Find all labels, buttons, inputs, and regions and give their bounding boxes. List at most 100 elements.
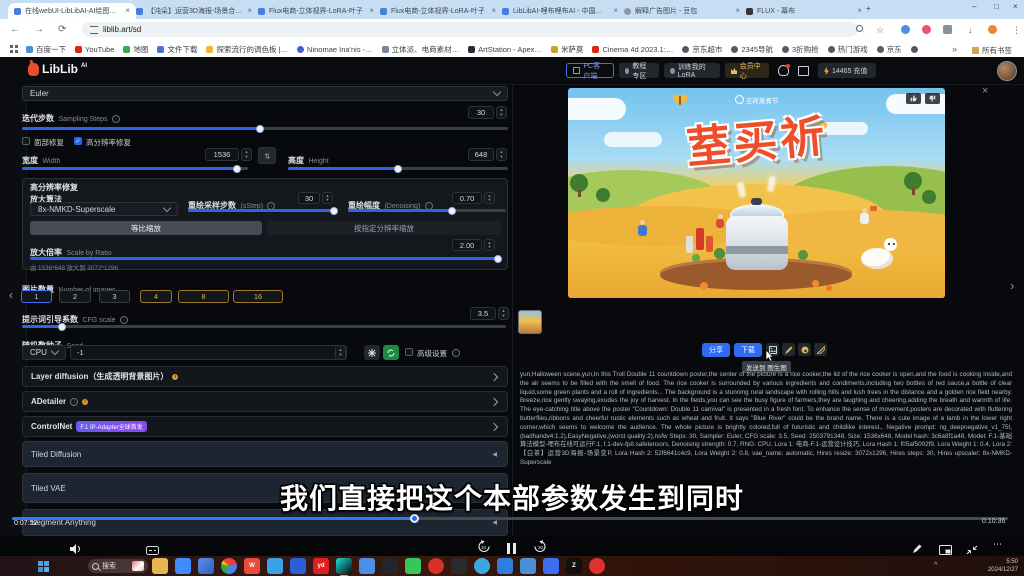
count-option-4[interactable]: 4 <box>140 290 172 303</box>
taskbar-app-media-player[interactable] <box>451 558 467 574</box>
resize-button[interactable] <box>814 343 827 356</box>
collapse-panel-icon[interactable]: ‹ <box>9 288 13 302</box>
bookmark-star-icon[interactable]: ☆ <box>876 24 884 36</box>
scale-by-resolution-tab[interactable]: 按指定分辨率缩放 <box>266 221 502 235</box>
taskbar-app-power[interactable] <box>589 558 605 574</box>
extension-icon-blue[interactable] <box>901 25 910 34</box>
extensions-puzzle-icon[interactable] <box>943 25 952 34</box>
taskbar-app-tencent-video[interactable] <box>290 558 306 574</box>
taskbar-app-calculator[interactable] <box>543 558 559 574</box>
width-input[interactable] <box>205 148 239 161</box>
slider-handle[interactable] <box>58 323 66 331</box>
window-close-button[interactable]: × <box>1013 2 1018 11</box>
upscaler-select[interactable]: 8x-NMKD-Superscale <box>30 202 178 216</box>
controlnet-row[interactable]: ControlNet F.1 IP-Adapter全球首发 <box>22 416 508 437</box>
taskbar-app-obs[interactable] <box>382 558 398 574</box>
bookmark[interactable]: 天猫超市 <box>911 44 921 55</box>
slider-handle[interactable] <box>233 165 241 173</box>
train-lora-button[interactable]: 训练我的LoRA <box>664 63 720 78</box>
extension-icon-orange[interactable] <box>988 25 997 34</box>
denoising-stepper[interactable]: ▲▼ <box>484 192 495 204</box>
denoising-input[interactable] <box>452 192 482 204</box>
height-stepper[interactable]: ▲▼ <box>496 148 507 161</box>
height-input[interactable] <box>468 148 494 161</box>
layer-diffusion-row[interactable]: Layer diffusion（生成透明背景图片） ! <box>22 366 508 387</box>
browser-tab-active[interactable]: 在线webUI-LibLibAI-AI绘图工… × <box>8 3 136 19</box>
bookmarks-overflow-icon[interactable]: » <box>952 44 957 54</box>
taskbar-app-xunlei[interactable] <box>175 558 191 574</box>
more-options-icon[interactable]: ⋯ <box>993 539 1002 550</box>
bookmark[interactable]: 京东 <box>877 44 902 55</box>
bookmark[interactable]: 文件下载 <box>157 44 197 55</box>
notifications-bell-icon[interactable] <box>778 65 789 76</box>
slider-handle[interactable] <box>494 255 502 263</box>
adetailer-row[interactable]: ADetailer i ! <box>22 391 508 412</box>
count-option-3[interactable]: 3 <box>99 290 130 303</box>
taskbar-app-file-explorer[interactable] <box>152 558 168 574</box>
extras-button[interactable] <box>798 343 811 356</box>
width-stepper[interactable]: ▲▼ <box>241 148 252 161</box>
slider-handle[interactable] <box>394 165 402 173</box>
generated-image[interactable]: 吉祥蒸煮节 荎买祈 莳壳逛 <box>568 88 945 298</box>
taskbar-app-wechat[interactable] <box>405 558 421 574</box>
taskbar-app-docs[interactable] <box>520 558 536 574</box>
tune-icon[interactable] <box>90 26 98 34</box>
bookmark[interactable]: YouTube <box>75 45 114 54</box>
sampler-select[interactable]: Euler <box>22 86 508 101</box>
bookmark[interactable]: 百度一下 <box>26 44 66 55</box>
scale-ratio-input[interactable] <box>452 239 482 251</box>
count-option-1[interactable]: 1 <box>21 290 52 303</box>
membership-button[interactable]: 会员中心 <box>725 63 769 78</box>
bookmark[interactable]: 米萨莫 <box>551 44 584 55</box>
taskbar-app-quark[interactable] <box>267 558 283 574</box>
cfg-scale-input[interactable] <box>470 307 496 320</box>
browser-menu-kebab-icon[interactable]: ⋮ <box>1012 24 1021 36</box>
zoom-search-icon[interactable] <box>856 25 863 32</box>
hires-steps-stepper[interactable]: ▲▼ <box>322 192 333 204</box>
refresh-icon[interactable]: ⟳ <box>58 24 66 36</box>
count-option-16[interactable]: 16 <box>233 290 283 303</box>
all-bookmarks-button[interactable]: 所有书签 <box>972 45 1012 56</box>
bookmark[interactable]: ArtStation - Apex… <box>468 45 542 54</box>
slider-handle[interactable] <box>448 207 456 215</box>
bookmark[interactable]: Ninomae Ina'nis -… <box>297 45 373 54</box>
random-seed-button[interactable] <box>364 345 380 360</box>
address-bar[interactable]: liblib.art/sd <box>82 22 858 37</box>
taskbar-app-blue[interactable] <box>497 558 513 574</box>
taskbar-app-photos[interactable] <box>198 558 214 574</box>
hires-steps-input[interactable] <box>298 192 320 204</box>
assets-folder-icon[interactable] <box>798 66 809 76</box>
hires-fix-checkbox[interactable]: ✓ <box>74 137 82 145</box>
new-tab-button[interactable]: + <box>866 4 871 13</box>
tab-close-icon[interactable]: × <box>857 7 862 15</box>
inpaint-button[interactable] <box>782 343 795 356</box>
tray-expand-icon[interactable]: ^ <box>934 562 937 569</box>
next-image-arrow-icon[interactable]: › <box>1010 278 1014 293</box>
back-icon[interactable]: ← <box>10 24 20 36</box>
bookmark[interactable]: 3折购抢 <box>782 44 819 55</box>
cfg-stepper[interactable]: ▲▼ <box>498 307 509 320</box>
credits-recharge-button[interactable]: 14465 充值 <box>818 63 876 78</box>
pc-client-button[interactable]: PC客户端 <box>566 63 614 78</box>
slider-handle[interactable] <box>256 125 264 133</box>
reuse-seed-button[interactable] <box>383 345 399 360</box>
taskbar-app-qq-browser[interactable] <box>474 558 490 574</box>
seed-input[interactable] <box>70 345 347 360</box>
slider-handle[interactable] <box>330 207 338 215</box>
taskbar-app-zoomit[interactable]: Z <box>566 558 582 574</box>
taskbar-app-recorder[interactable] <box>428 558 444 574</box>
close-result-icon[interactable]: × <box>982 85 988 97</box>
browser-tab[interactable]: LibLibAI-哩布哩布AI - 中国领… × <box>496 3 624 19</box>
thumbs-down-button[interactable] <box>925 93 940 104</box>
browser-tab[interactable]: FLUX - 幕布 × <box>740 3 868 19</box>
browser-tab[interactable]: 【沌朵】运营3D海报-场景合… × <box>130 3 258 19</box>
sampling-steps-stepper[interactable]: ▲▼ <box>496 106 507 119</box>
tiled-diffusion-row[interactable]: Tiled Diffusion ◀ <box>22 441 508 467</box>
taskbar-app-chrome[interactable] <box>221 558 237 574</box>
count-option-8[interactable]: 8 <box>178 290 229 303</box>
scale-ratio-stepper[interactable]: ▲▼ <box>484 239 495 251</box>
seed-device-select[interactable]: CPU <box>22 345 66 360</box>
tutorials-button[interactable]: 教程专区 <box>619 63 659 78</box>
gallery-thumbnail[interactable] <box>518 310 542 334</box>
cfg-slider[interactable] <box>22 325 506 328</box>
